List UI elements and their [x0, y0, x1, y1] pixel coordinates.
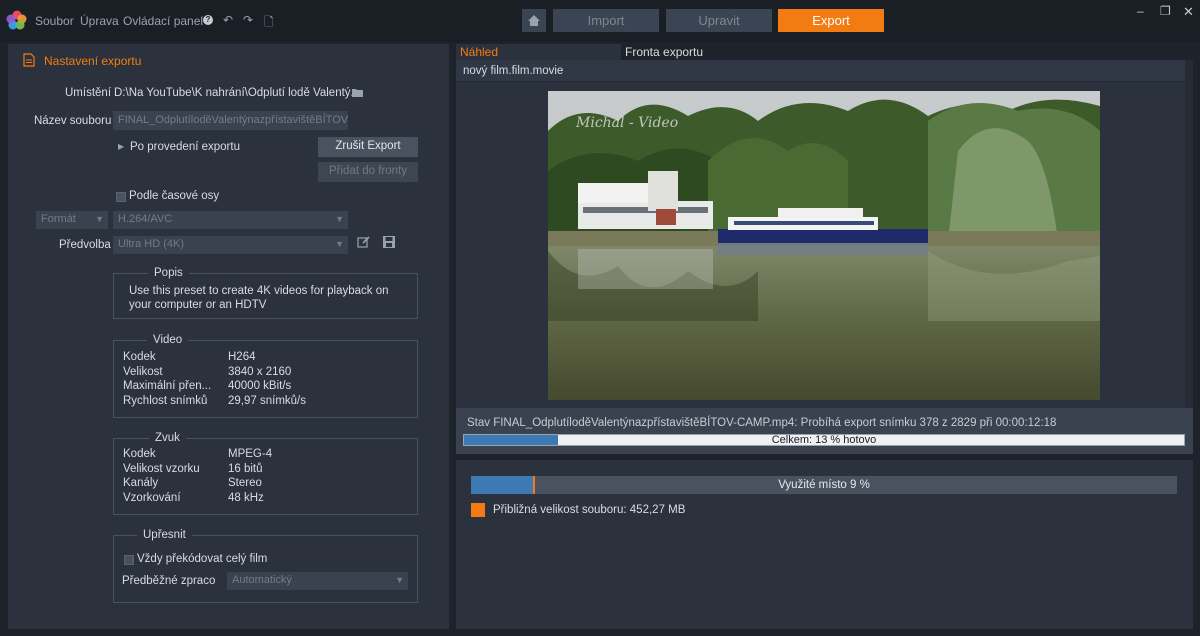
home-icon — [528, 15, 540, 26]
menu-control-panel[interactable]: Ovládací panel — [123, 14, 203, 28]
format-label: Formát — [41, 213, 76, 225]
cancel-export-button[interactable]: Zrušit Export — [318, 137, 418, 157]
preview-panel: Náhled Fronta exportu nový film.film.mov… — [456, 44, 1193, 454]
codec-value: H.264/AVC — [118, 213, 173, 225]
video-codec-label: Kodek — [123, 351, 156, 363]
folder-icon[interactable] — [352, 88, 363, 97]
app-logo-icon — [6, 10, 27, 30]
scrollbar[interactable] — [1185, 60, 1193, 410]
export-settings-panel: Nastavení exportu Umístění D:\Na YouTube… — [8, 44, 449, 629]
movie-name: nový film.film.movie — [463, 65, 564, 77]
audio-sample-size-label: Velikost vzorku — [123, 463, 200, 475]
minimize-icon[interactable]: – — [1137, 4, 1144, 18]
video-framerate-label: Rychlost snímků — [123, 395, 208, 407]
video-framerate-value: 29,97 snímků/s — [228, 395, 306, 407]
audio-channels-value: Stereo — [228, 477, 262, 489]
save-preset-icon[interactable] — [382, 235, 396, 249]
home-button[interactable] — [522, 9, 546, 32]
chevron-down-icon: ▼ — [335, 239, 344, 249]
movie-name-bar: nový film.film.movie — [456, 60, 1193, 82]
description-text: Use this preset to create 4K videos for … — [129, 285, 389, 311]
total-progress-bar: Celkem: 13 % hotovo — [463, 434, 1185, 446]
menu-edit[interactable]: Úprava — [80, 14, 119, 28]
audio-channels-label: Kanály — [123, 477, 159, 489]
disk-usage-bar: Využité místo 9 % — [471, 476, 1177, 494]
edit-preset-icon[interactable] — [357, 235, 371, 249]
prerender-label: Předběžné zpraco — [122, 575, 216, 587]
file-size-legend-swatch — [471, 503, 485, 517]
format-dropdown[interactable]: Formát ▼ — [36, 211, 108, 229]
audio-codec-value: MPEG-4 — [228, 448, 273, 460]
description-title: Popis — [148, 267, 189, 279]
expand-arrow-icon[interactable]: ▶ — [118, 142, 124, 151]
disk-usage-panel: Využité místo 9 % Přibližná velikost sou… — [456, 460, 1193, 629]
audio-title: Zvuk — [149, 432, 186, 444]
prerender-dropdown[interactable]: Automatický ▼ — [227, 572, 408, 590]
after-export-label[interactable]: Po provedení exportu — [130, 141, 240, 153]
refine-title: Upřesnit — [137, 529, 192, 541]
video-size-value: 3840 x 2160 — [228, 366, 292, 378]
preset-dropdown[interactable]: Ultra HD (4K) ▼ — [113, 236, 348, 254]
audio-codec-label: Kodek — [123, 448, 156, 460]
chevron-down-icon: ▼ — [95, 214, 104, 224]
video-bitrate-value: 40000 kBit/s — [228, 380, 292, 392]
chevron-down-icon: ▼ — [335, 214, 344, 224]
video-bitrate-label: Maximální přen... — [123, 380, 212, 392]
audio-sample-size-value: 16 bitů — [228, 463, 263, 475]
file-size-label: Přibližná velikost souboru: 452,27 MB — [493, 504, 686, 516]
chevron-down-icon: ▼ — [395, 575, 404, 585]
settings-header: Nastavení exportu — [44, 54, 142, 68]
menu-file[interactable]: Soubor — [35, 14, 74, 28]
close-icon[interactable]: ✕ — [1183, 4, 1194, 20]
undo-icon[interactable]: ↶ — [223, 13, 233, 27]
preset-value: Ultra HD (4K) — [118, 238, 185, 250]
export-button[interactable]: Export — [778, 9, 884, 32]
total-progress-label: Celkem: 13 % hotovo — [771, 434, 877, 446]
export-status-text: Stav FINAL_OdplutíloděValentýnazpřístavi… — [467, 417, 1057, 429]
filename-label: Název souboru — [34, 115, 112, 127]
edit-button[interactable]: Upravit — [666, 9, 772, 32]
location-value: D:\Na YouTube\K nahrání\Odplutí lodě Val… — [114, 87, 361, 99]
video-size-label: Velikost — [123, 366, 163, 378]
always-transcode-label: Vždy překódovat celý film — [137, 553, 268, 565]
restore-icon[interactable]: ❐ — [1160, 4, 1171, 18]
always-transcode-checkbox[interactable] — [124, 555, 134, 565]
export-settings-icon — [23, 53, 35, 67]
document-icon[interactable]: 🗋 — [264, 13, 274, 34]
video-preview-image: Michal - Video — [548, 91, 1100, 400]
redo-icon[interactable]: ↷ — [243, 13, 253, 27]
tab-export-queue[interactable]: Fronta exportu — [621, 44, 1193, 60]
tab-preview[interactable]: Náhled — [456, 44, 621, 60]
export-status-area: Stav FINAL_OdplutíloděValentýnazpřístavi… — [456, 408, 1193, 454]
import-button[interactable]: Import — [553, 9, 659, 32]
top-bar: Soubor Úprava Ovládací panel ? ↶ ↷ 🗋 Imp… — [0, 0, 1200, 42]
preset-label: Předvolba — [59, 239, 111, 251]
disk-usage-label: Využité místo 9 % — [778, 479, 870, 491]
audio-samplerate-value: 48 kHz — [228, 492, 264, 504]
filename-input[interactable]: FINAL_OdplutíloděValentýnazpřístavištěBÍ… — [113, 111, 348, 130]
codec-dropdown[interactable]: H.264/AVC ▼ — [113, 211, 348, 229]
refine-group — [113, 535, 418, 603]
timeline-label: Podle časové osy — [129, 190, 220, 202]
location-label: Umístění — [65, 87, 112, 99]
timeline-checkbox[interactable] — [116, 192, 126, 202]
watermark-text: Michal - Video — [575, 115, 678, 131]
video-title: Video — [147, 334, 189, 346]
audio-samplerate-label: Vzorkování — [123, 492, 181, 504]
add-to-queue-button[interactable]: Přidat do fronty — [318, 162, 418, 182]
help-icon[interactable]: ? — [203, 15, 213, 25]
prerender-value: Automatický — [232, 574, 292, 586]
video-codec-value: H264 — [228, 351, 256, 363]
